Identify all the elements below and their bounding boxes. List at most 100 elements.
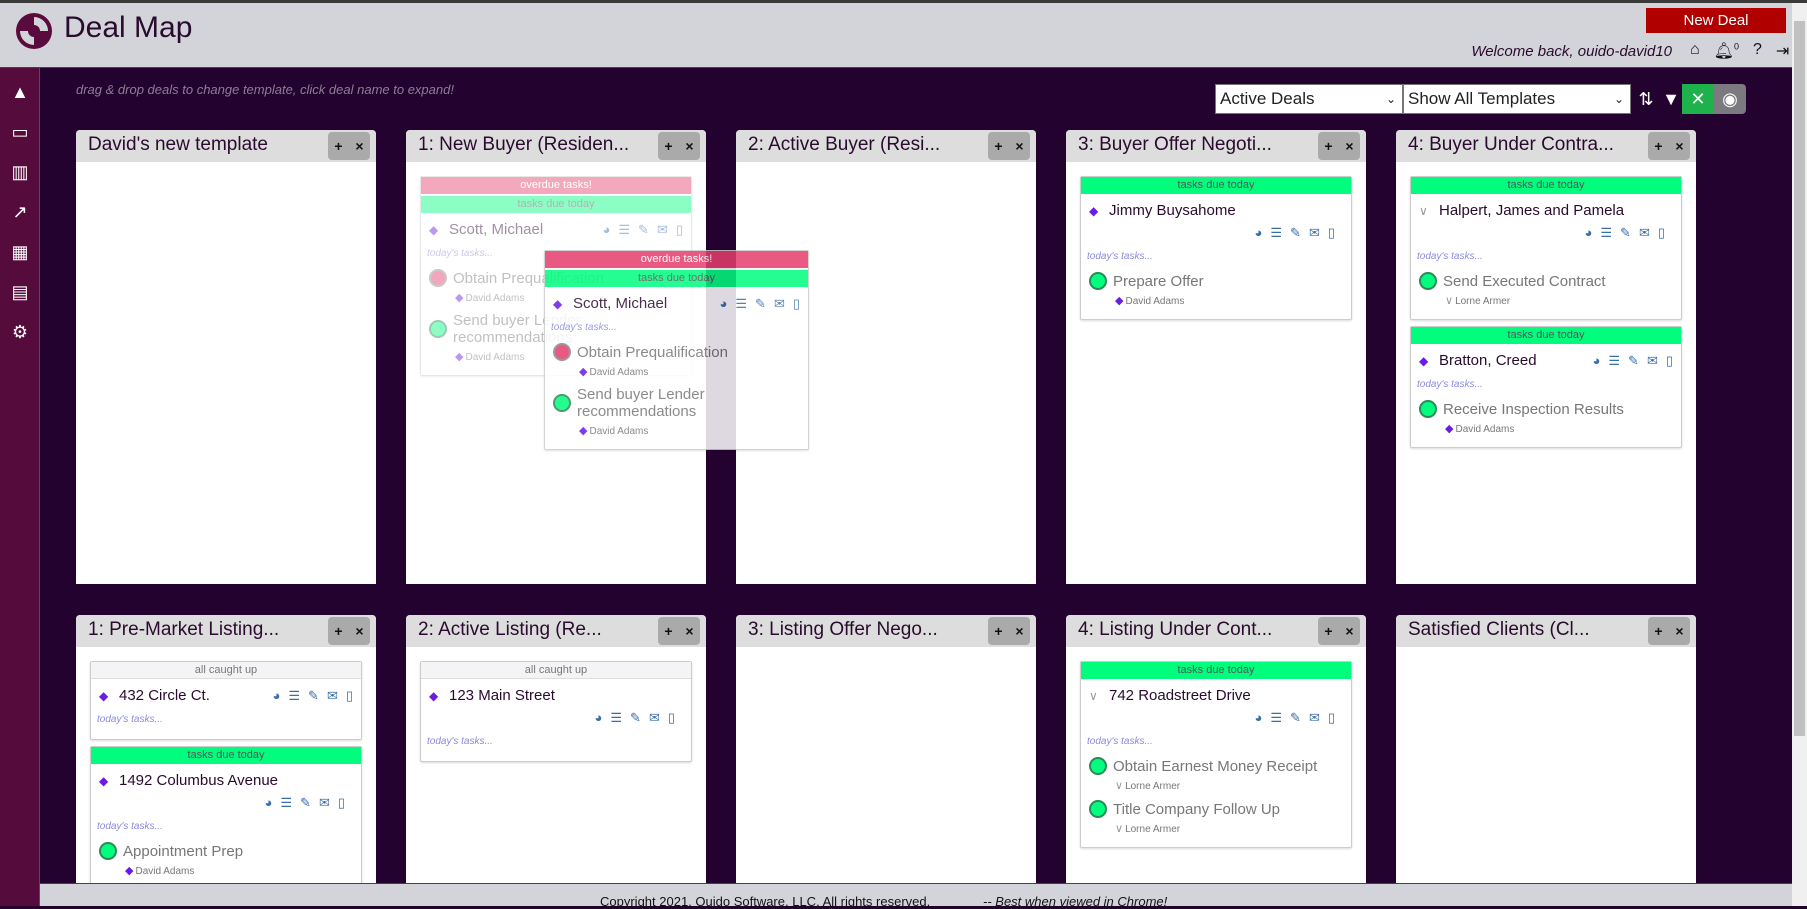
collapse-icon[interactable]: ✕ [1682, 84, 1714, 114]
add-deal-icon[interactable]: + [994, 138, 1002, 154]
task-item[interactable]: Appointment Prep [91, 838, 361, 860]
close-icon[interactable]: × [685, 623, 693, 639]
task-item[interactable]: Obtain Prequalification [545, 339, 808, 361]
close-icon[interactable]: × [355, 138, 363, 154]
close-icon[interactable]: × [685, 138, 693, 154]
task-status-today-icon[interactable] [1089, 272, 1107, 290]
email-icon[interactable]: ✉ [319, 795, 330, 811]
gauge-icon[interactable]: ◕ [1255, 225, 1263, 241]
task-list-icon[interactable]: ☰ [610, 710, 622, 726]
deal-name-link[interactable]: 1492 Columbus Avenue [119, 772, 353, 789]
email-icon[interactable]: ✉ [327, 688, 338, 704]
gauge-icon[interactable]: ◕ [273, 688, 281, 704]
task-list-icon[interactable]: ☰ [1600, 225, 1612, 241]
task-item[interactable]: Prepare Offer [1081, 268, 1351, 290]
deal-name-link[interactable]: 432 Circle Ct. [119, 687, 273, 704]
bell-icon[interactable]: 🔔︎0 [1714, 41, 1739, 61]
email-icon[interactable]: ✉ [1309, 225, 1320, 241]
edit-icon[interactable]: ✎ [1620, 225, 1631, 241]
email-icon[interactable]: ✉ [1647, 353, 1658, 369]
deal-name-link[interactable]: 123 Main Street [449, 687, 683, 704]
column-title[interactable]: 4: Listing Under Cont... [1078, 619, 1272, 641]
add-deal-icon[interactable]: + [664, 138, 672, 154]
task-status-today-icon[interactable] [1419, 272, 1437, 290]
deal-name-link[interactable]: Bratton, Creed [1439, 352, 1593, 369]
task-status-overdue-icon[interactable] [553, 343, 571, 361]
close-icon[interactable]: × [1345, 623, 1353, 639]
task-status-today-icon[interactable] [1089, 800, 1107, 818]
email-icon[interactable]: ✉ [1309, 710, 1320, 726]
deal-card[interactable]: tasks due today ◆ 1492 Columbus Avenue ◕ ☰ ✎ ✉… [90, 746, 362, 883]
deal-name-link[interactable]: Jimmy Buysahome [1109, 202, 1343, 219]
add-deal-icon[interactable]: + [1324, 623, 1332, 639]
deal-name-link[interactable]: Halpert, James and Pamela [1439, 202, 1673, 219]
task-list-icon[interactable]: ☰ [735, 296, 747, 312]
task-status-overdue-icon[interactable] [429, 269, 447, 287]
task-status-today-icon[interactable] [429, 320, 447, 338]
close-icon[interactable]: × [1015, 138, 1023, 154]
close-icon[interactable]: × [1675, 138, 1683, 154]
chevron-down-icon[interactable]: ∨ [1419, 204, 1433, 218]
trash-icon[interactable]: ▯ [338, 795, 345, 811]
task-item[interactable]: Receive Inspection Results [1411, 396, 1681, 418]
task-item[interactable]: Obtain Earnest Money Receipt [1081, 753, 1351, 775]
email-icon[interactable]: ✉ [1639, 225, 1650, 241]
edit-icon[interactable]: ✎ [300, 795, 311, 811]
add-deal-icon[interactable]: + [334, 138, 342, 154]
deal-card[interactable]: all caught up ◆ 432 Circle Ct. ◕ ☰ ✎ ✉ ▯ today's… [90, 661, 362, 740]
edit-icon[interactable]: ✎ [638, 222, 649, 238]
deal-card[interactable]: tasks due today ◆ Jimmy Buysahome ◕ ☰ ✎ ✉ ▯ toda… [1080, 176, 1352, 320]
monitor-icon[interactable]: ▭ [0, 112, 40, 152]
contact-card-icon[interactable]: ▤ [0, 272, 40, 312]
task-item[interactable]: Send buyer Lender recommendations [545, 382, 808, 420]
column-title[interactable]: 2: Active Listing (Re... [418, 619, 602, 641]
trash-icon[interactable]: ▯ [1328, 710, 1335, 726]
edit-icon[interactable]: ✎ [755, 296, 766, 312]
template-filter-select[interactable]: Show All Templates ⌄ [1403, 84, 1631, 114]
gauge-icon[interactable]: ◕ [265, 795, 273, 811]
eye-icon[interactable]: ◉ [1714, 84, 1746, 114]
deal-card[interactable]: tasks due today ∨ Halpert, James and Pamel… [1410, 176, 1682, 320]
column-title[interactable]: 2: Active Buyer (Resi... [748, 134, 940, 156]
gauge-icon[interactable]: ◕ [1585, 225, 1593, 241]
column-title[interactable]: 3: Buyer Offer Negoti... [1078, 134, 1272, 156]
help-icon[interactable]: ? [1753, 41, 1762, 61]
edit-icon[interactable]: ✎ [308, 688, 319, 704]
task-list-icon[interactable]: ☰ [1608, 353, 1620, 369]
add-deal-icon[interactable]: + [994, 623, 1002, 639]
task-status-today-icon[interactable] [553, 394, 571, 412]
scrollbar-thumb[interactable] [1794, 21, 1805, 736]
deal-name-link[interactable]: 742 Roadstreet Drive [1109, 687, 1343, 704]
gauge-icon[interactable]: ◕ [720, 296, 728, 312]
email-icon[interactable]: ✉ [774, 296, 785, 312]
trash-icon[interactable]: ▯ [346, 688, 353, 704]
rocket-icon[interactable]: ▲ [0, 72, 40, 112]
deal-card[interactable]: overdue tasks! tasks due today ◆ Scott, Mic… [544, 250, 809, 450]
gauge-icon[interactable]: ◕ [595, 710, 603, 726]
task-status-today-icon[interactable] [1089, 757, 1107, 775]
close-icon[interactable]: × [1345, 138, 1353, 154]
home-icon[interactable]: ⌂ [1690, 41, 1700, 61]
deal-name-link[interactable]: Scott, Michael [449, 221, 603, 238]
column-title[interactable]: David's new template [88, 134, 268, 156]
task-list-icon[interactable]: ☰ [1270, 710, 1282, 726]
column-title[interactable]: 1: New Buyer (Residen... [418, 134, 629, 156]
settings-icon[interactable]: ⚙ [0, 312, 40, 352]
add-deal-icon[interactable]: + [1654, 138, 1662, 154]
gauge-icon[interactable]: ◕ [1593, 353, 1601, 369]
deal-card[interactable]: tasks due today ∨ 742 Roadstreet Drive ◕ ☰ ✎ ✉… [1080, 661, 1352, 848]
task-list-icon[interactable]: ☰ [1270, 225, 1282, 241]
close-icon[interactable]: × [355, 623, 363, 639]
task-list-icon[interactable]: ☰ [618, 222, 630, 238]
map-icon[interactable]: ▥ [0, 152, 40, 192]
add-deal-icon[interactable]: + [1654, 623, 1662, 639]
add-deal-icon[interactable]: + [334, 623, 342, 639]
deal-card[interactable]: tasks due today ◆ Bratton, Creed ◕ ☰ ✎ ✉ ▯ today… [1410, 326, 1682, 448]
deal-filter-select[interactable]: Active Deals ⌄ [1215, 84, 1403, 114]
logout-icon[interactable]: ⇥ [1776, 41, 1789, 61]
edit-icon[interactable]: ✎ [1628, 353, 1639, 369]
column-title[interactable]: 4: Buyer Under Contra... [1408, 134, 1614, 156]
trash-icon[interactable]: ▯ [676, 222, 683, 238]
chevron-down-icon[interactable]: ∨ [1089, 689, 1103, 703]
trash-icon[interactable]: ▯ [1658, 225, 1665, 241]
